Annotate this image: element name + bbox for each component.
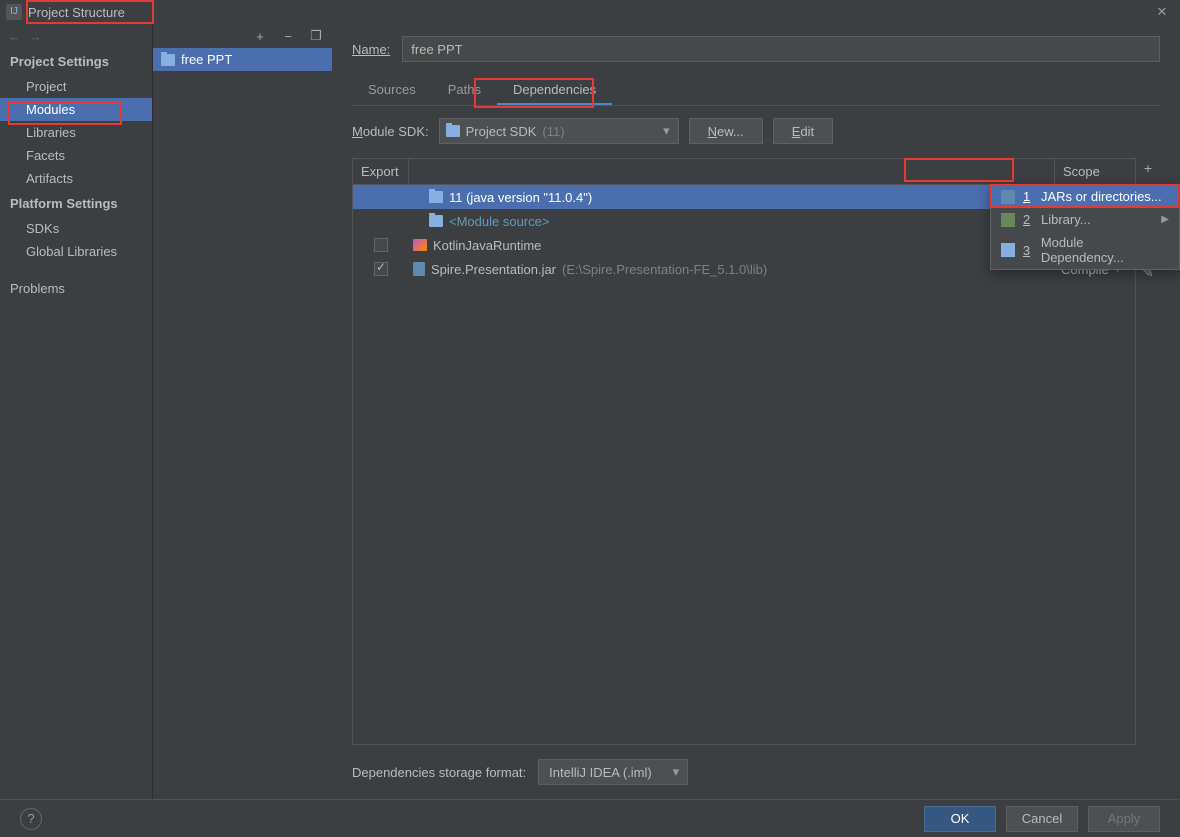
tab-sources[interactable]: Sources [352, 76, 432, 105]
popup-index: 3 [1023, 243, 1033, 258]
module-sdk-select[interactable]: Project SDK (11) [439, 118, 679, 144]
sdk-select-version: (11) [542, 124, 564, 139]
folder-icon [429, 215, 443, 227]
dep-name: KotlinJavaRuntime [433, 238, 541, 253]
sidebar-item-project[interactable]: Project [0, 75, 152, 98]
module-name: free PPT [181, 52, 232, 67]
new-sdk-button[interactable]: New... [689, 118, 763, 144]
copy-module-icon[interactable]: ❐ [308, 28, 324, 44]
storage-format-select[interactable]: IntelliJ IDEA (.iml) [538, 759, 688, 785]
library-icon [1001, 213, 1015, 227]
name-label: Name: [352, 42, 390, 57]
close-icon[interactable]: ✕ [1150, 0, 1174, 24]
chevron-right-icon: ▶ [1161, 214, 1169, 225]
folder-icon [446, 125, 460, 137]
folder-icon [161, 54, 175, 66]
export-checkbox[interactable] [374, 238, 388, 252]
storage-value: IntelliJ IDEA (.iml) [549, 765, 652, 780]
platform-settings-header: Platform Settings [0, 190, 152, 217]
add-module-icon[interactable]: + [252, 29, 268, 44]
module-list-item[interactable]: free PPT [153, 48, 332, 71]
popup-label: JARs or directories... [1041, 189, 1162, 204]
project-settings-header: Project Settings [0, 48, 152, 75]
folder-icon [429, 191, 443, 203]
popup-item-library[interactable]: 2 Library... ▶ [991, 208, 1179, 231]
cancel-button[interactable]: Cancel [1006, 806, 1078, 832]
popup-label: Library... [1041, 212, 1091, 227]
dep-name: <Module source> [449, 214, 549, 229]
app-icon: IJ [6, 4, 22, 20]
storage-label: Dependencies storage format: [352, 765, 526, 780]
sidebar-item-facets[interactable]: Facets [0, 144, 152, 167]
popup-index: 1 [1023, 189, 1033, 204]
tab-paths[interactable]: Paths [432, 76, 497, 105]
popup-label: Module Dependency... [1041, 235, 1169, 265]
module-icon [1001, 243, 1015, 257]
add-dependency-icon[interactable]: + [1138, 160, 1158, 176]
column-header-export[interactable]: Export [353, 159, 409, 184]
sidebar-item-modules[interactable]: Modules [0, 98, 152, 121]
sidebar-item-global-libraries[interactable]: Global Libraries [0, 240, 152, 263]
jar-icon [413, 262, 425, 276]
window-title: Project Structure [28, 5, 125, 20]
remove-module-icon[interactable]: − [280, 29, 296, 44]
help-icon[interactable]: ? [20, 808, 42, 830]
ok-button[interactable]: OK [924, 806, 996, 832]
sidebar-item-problems[interactable]: Problems [0, 277, 152, 300]
add-dependency-popup: 1 JARs or directories... 2 Library... ▶ … [990, 184, 1180, 270]
sdk-select-value: Project SDK [466, 124, 537, 139]
popup-item-jars[interactable]: 1 JARs or directories... [991, 185, 1179, 208]
popup-index: 2 [1023, 212, 1033, 227]
export-checkbox[interactable] [374, 262, 388, 276]
back-icon[interactable]: ← [8, 29, 21, 44]
apply-button[interactable]: Apply [1088, 806, 1160, 832]
dep-name: 11 (java version "11.0.4") [449, 190, 592, 205]
module-sdk-label: Module SDK: [352, 124, 429, 139]
module-name-input[interactable] [402, 36, 1160, 62]
sidebar-item-libraries[interactable]: Libraries [0, 121, 152, 144]
sidebar-item-artifacts[interactable]: Artifacts [0, 167, 152, 190]
sidebar-item-sdks[interactable]: SDKs [0, 217, 152, 240]
forward-icon[interactable]: → [29, 29, 42, 44]
popup-item-module-dependency[interactable]: 3 Module Dependency... [991, 231, 1179, 269]
edit-sdk-button[interactable]: Edit [773, 118, 833, 144]
column-header-library [409, 159, 1055, 184]
column-header-scope[interactable]: Scope [1055, 159, 1135, 184]
dep-name: Spire.Presentation.jar [431, 262, 556, 277]
kotlin-icon [413, 239, 427, 251]
tab-dependencies[interactable]: Dependencies [497, 76, 612, 105]
jars-icon [1001, 190, 1015, 204]
dep-path: (E:\Spire.Presentation-FE_5.1.0\lib) [562, 262, 767, 277]
